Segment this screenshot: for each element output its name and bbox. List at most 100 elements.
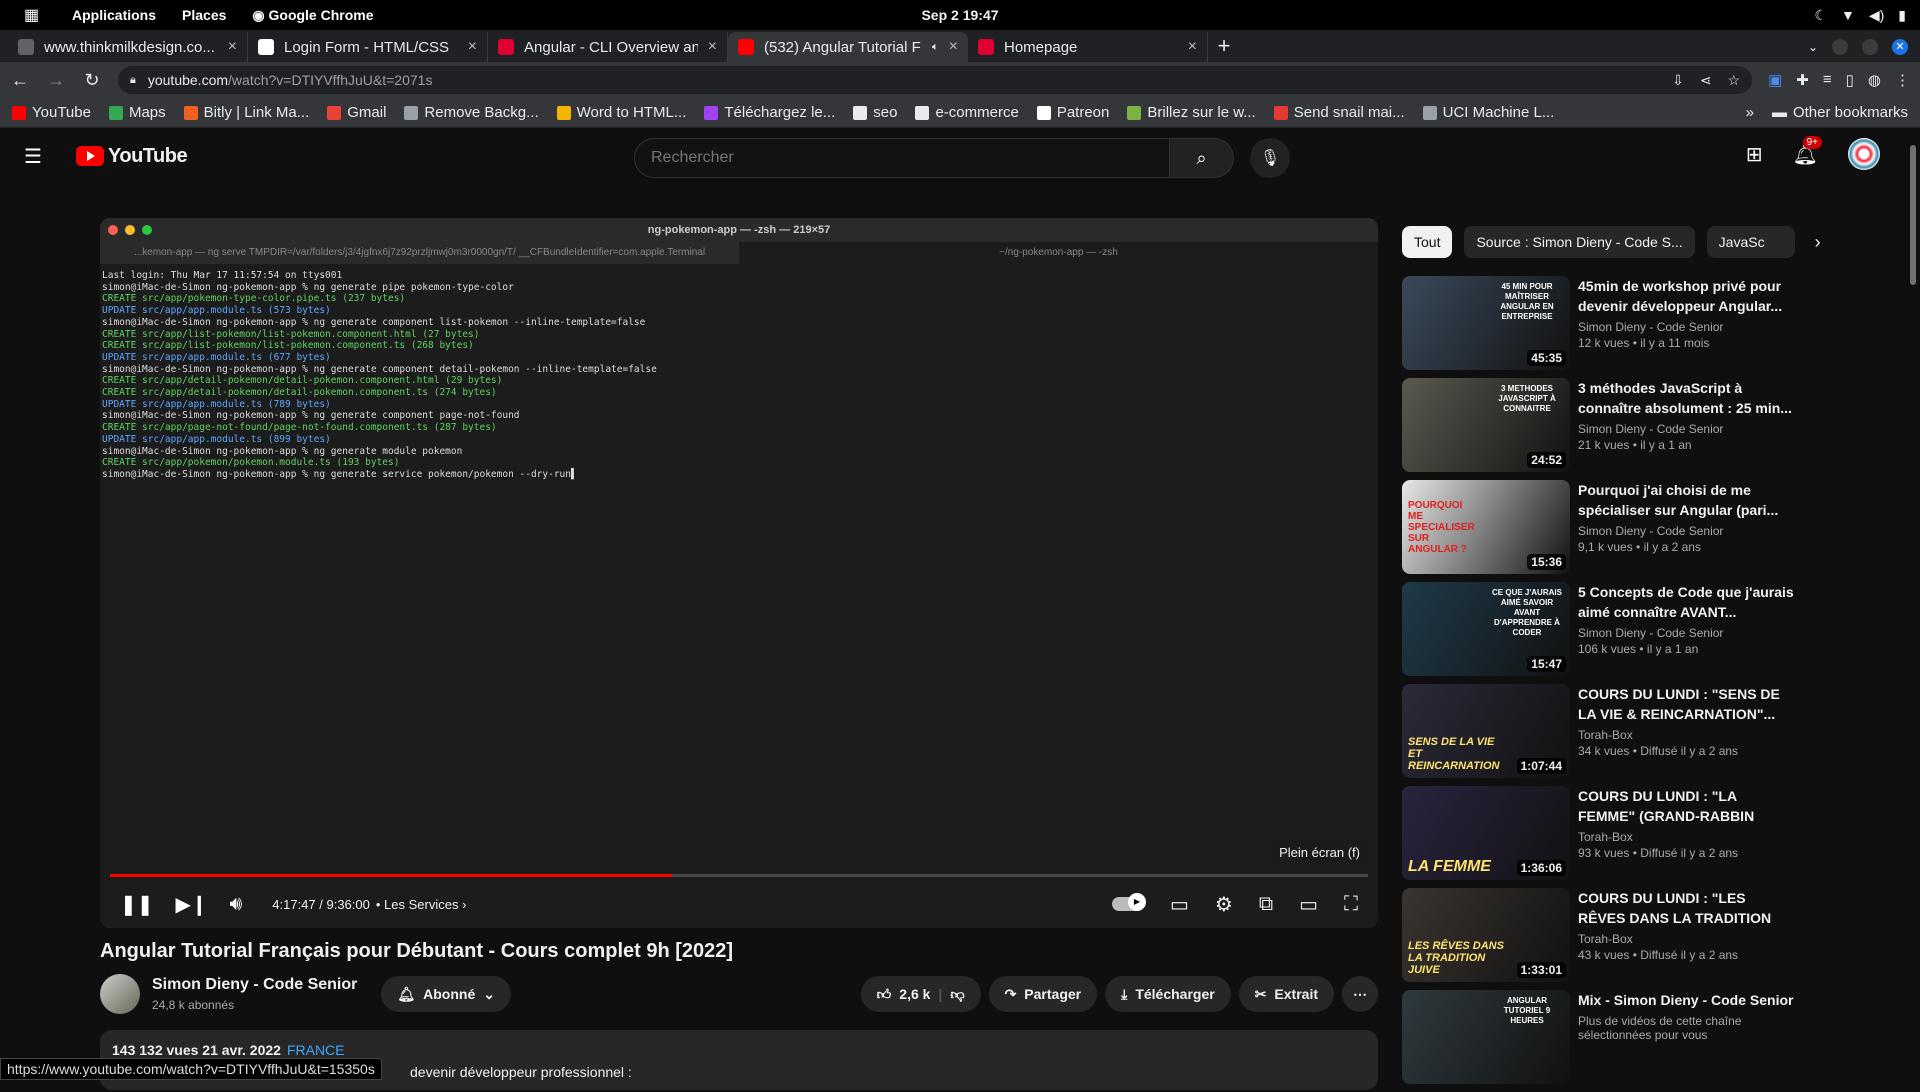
notifications-bell-icon[interactable]: 🔔︎9+ [1793, 142, 1818, 167]
video-title-link[interactable]: Mix - Simon Dieny - Code Senior [1578, 990, 1794, 1010]
close-tab-icon[interactable]: × [708, 38, 717, 56]
bookmark-item[interactable]: Maps [109, 104, 166, 121]
bookmark-item[interactable]: Patreon [1037, 104, 1110, 121]
reading-list-icon[interactable]: ≡ [1823, 71, 1832, 89]
recommended-video[interactable]: LES RÊVES DANS LA TRADITION JUIVE1:33:01… [1402, 888, 1802, 982]
browser-tab[interactable]: Angular - CLI Overview an× [488, 32, 728, 62]
video-thumbnail[interactable]: POURQUOI ME SPECIALISER SUR ANGULAR ?15:… [1402, 480, 1570, 574]
close-window-button[interactable]: ✕ [1892, 39, 1908, 55]
share-icon[interactable]: ⋖ [1700, 72, 1712, 89]
video-title-link[interactable]: COURS DU LUNDI : "SENS DE LA VIE & REINC… [1578, 684, 1794, 724]
bookmark-item[interactable]: Téléchargez le... [704, 104, 835, 121]
applications-menu[interactable]: Applications [72, 7, 156, 23]
system-tray[interactable]: ☾ ▼ ◀) ▮ [1814, 7, 1906, 24]
active-app-menu[interactable]: ◉ Google Chrome [252, 7, 373, 24]
recommended-video[interactable]: POURQUOI ME SPECIALISER SUR ANGULAR ?15:… [1402, 480, 1802, 574]
subtitles-button[interactable]: ▭ [1170, 892, 1189, 917]
video-thumbnail[interactable]: 45 MIN POUR MAÎTRISER ANGULAR EN ENTREPR… [1402, 276, 1570, 370]
clock[interactable]: Sep 2 19:47 [921, 7, 998, 23]
video-title-link[interactable]: 3 méthodes JavaScript à connaître absolu… [1578, 378, 1794, 418]
video-channel[interactable]: Torah-Box [1578, 830, 1794, 844]
close-tab-icon[interactable]: × [228, 38, 237, 56]
back-icon[interactable]: ← [10, 70, 30, 91]
video-channel[interactable]: Simon Dieny - Code Senior [1578, 320, 1794, 334]
close-tab-icon[interactable]: × [1188, 38, 1197, 56]
pause-button[interactable]: ❚❚ [120, 892, 154, 917]
bookmark-item[interactable]: seo [853, 104, 897, 121]
progress-bar[interactable] [110, 874, 1368, 877]
places-menu[interactable]: Places [182, 7, 226, 23]
profile-avatar[interactable]: ◍ [1868, 71, 1881, 89]
share-button[interactable]: ↷Partager [989, 976, 1098, 1012]
next-button[interactable]: ▶❙ [176, 892, 208, 917]
close-tab-icon[interactable]: × [468, 38, 477, 56]
recommended-video[interactable]: SENS DE LA VIE ET REINCARNATION1:07:44CO… [1402, 684, 1802, 778]
video-thumbnail[interactable]: LES RÊVES DANS LA TRADITION JUIVE1:33:01 [1402, 888, 1570, 982]
browser-tab[interactable]: Homepage× [968, 32, 1208, 62]
browser-tab[interactable]: Login Form - HTML/CSS× [248, 32, 488, 62]
video-thumbnail[interactable]: 3 METHODES JAVASCRIPT À CONNAITRE24:52 [1402, 378, 1570, 472]
browser-tab[interactable]: (532) Angular Tutorial F🔈︎× [728, 32, 968, 62]
video-channel[interactable]: Simon Dieny - Code Senior [1578, 524, 1794, 538]
forward-icon[interactable]: → [46, 70, 66, 91]
video-title-link[interactable]: 5 Concepts de Code que j'aurais aimé con… [1578, 582, 1794, 622]
autoplay-toggle[interactable] [1112, 897, 1144, 911]
extensions-icon[interactable]: ✚ [1796, 71, 1809, 89]
video-title-link[interactable]: Pourquoi j'ai choisi de me spécialiser s… [1578, 480, 1794, 520]
video-title-link[interactable]: COURS DU LUNDI : "LA FEMME" (GRAND-RABBI… [1578, 786, 1794, 826]
browser-tab[interactable]: www.thinkmilkdesign.co...× [8, 32, 248, 62]
channel-name[interactable]: Simon Dieny - Code Senior [152, 976, 357, 994]
bookmark-item[interactable]: YouTube [12, 104, 91, 121]
recommended-video[interactable]: ANGULAR TUTORIEL 9 HEURES Mix - Simon Die… [1402, 990, 1802, 1084]
video-player[interactable]: ng-pokemon-app — -zsh — 219×57 ...kemon-… [100, 218, 1378, 928]
bookmark-item[interactable]: e-commerce [915, 104, 1018, 121]
video-title-link[interactable]: 45min de workshop privé pour devenir dév… [1578, 276, 1794, 316]
recommended-video[interactable]: 3 METHODES JAVASCRIPT À CONNAITRE24:523 … [1402, 378, 1802, 472]
volume-button[interactable]: 🔊︎ [230, 893, 243, 916]
other-bookmarks-folder[interactable]: ▬Other bookmarks [1772, 104, 1908, 121]
like-button[interactable]: 👍︎2,6 k|👎︎ [861, 976, 981, 1012]
recommended-video[interactable]: CE QUE J'AURAIS AIMÉ SAVOIR AVANT D'APPR… [1402, 582, 1802, 676]
video-channel[interactable]: Torah-Box [1578, 932, 1794, 946]
video-thumbnail[interactable]: ANGULAR TUTORIEL 9 HEURES [1402, 990, 1570, 1084]
search-input[interactable] [634, 138, 1170, 178]
maximize-button[interactable] [1862, 39, 1878, 55]
bookmark-item[interactable]: Send snail mai... [1274, 104, 1405, 121]
video-thumbnail[interactable]: SENS DE LA VIE ET REINCARNATION1:07:44 [1402, 684, 1570, 778]
youtube-logo[interactable]: YouTube [76, 145, 187, 168]
bookmark-item[interactable]: Remove Backg... [404, 104, 538, 121]
bookmark-item[interactable]: Word to HTML... [557, 104, 687, 121]
bookmark-item[interactable]: Gmail [327, 104, 386, 121]
app-grid-icon[interactable]: ▦ [24, 5, 46, 25]
theater-mode-button[interactable]: ▭ [1299, 892, 1318, 917]
bookmark-item[interactable]: UCI Machine L... [1423, 104, 1555, 121]
video-channel[interactable]: Plus de vidéos de cette chaîne sélection… [1578, 1014, 1794, 1042]
page-scrollbar[interactable] [1910, 145, 1916, 285]
tab-audio-icon[interactable]: 🔈︎ [932, 41, 939, 54]
video-thumbnail[interactable]: LA FEMME1:36:06 [1402, 786, 1570, 880]
download-button[interactable]: ⤓Télécharger [1105, 976, 1231, 1012]
reload-icon[interactable]: ↻ [82, 70, 102, 91]
filter-chip[interactable]: JavaSc [1707, 226, 1795, 258]
chevron-right-icon[interactable]: › [1815, 232, 1821, 253]
create-video-icon[interactable]: ⊞ [1746, 142, 1763, 167]
channel-avatar[interactable] [100, 974, 140, 1014]
new-tab-button[interactable]: + [1208, 32, 1240, 62]
search-button[interactable]: ⌕ [1170, 138, 1234, 178]
menu-icon[interactable]: ☰ [24, 144, 64, 169]
subscribe-button[interactable]: 🔔︎Abonné⌄ [381, 976, 511, 1012]
account-avatar[interactable] [1848, 138, 1880, 170]
chapter-button[interactable]: • Les Services › [376, 897, 467, 912]
voice-search-button[interactable]: 🎙︎ [1250, 138, 1290, 178]
video-title-link[interactable]: COURS DU LUNDI : "LES RÊVES DANS LA TRAD… [1578, 888, 1794, 928]
minimize-button[interactable] [1832, 39, 1848, 55]
miniplayer-button[interactable]: ⧉ [1259, 893, 1273, 916]
settings-gear-icon[interactable]: ⚙ [1215, 892, 1233, 917]
clip-button[interactable]: ✂Extrait [1239, 976, 1334, 1012]
bookmarks-overflow-button[interactable]: » [1746, 104, 1754, 121]
video-channel[interactable]: Simon Dieny - Code Senior [1578, 422, 1794, 436]
location-hashtag[interactable]: FRANCE [287, 1042, 345, 1058]
close-tab-icon[interactable]: × [949, 38, 958, 56]
video-channel[interactable]: Simon Dieny - Code Senior [1578, 626, 1794, 640]
thumbs-down-icon[interactable]: 👎︎ [950, 986, 964, 1003]
